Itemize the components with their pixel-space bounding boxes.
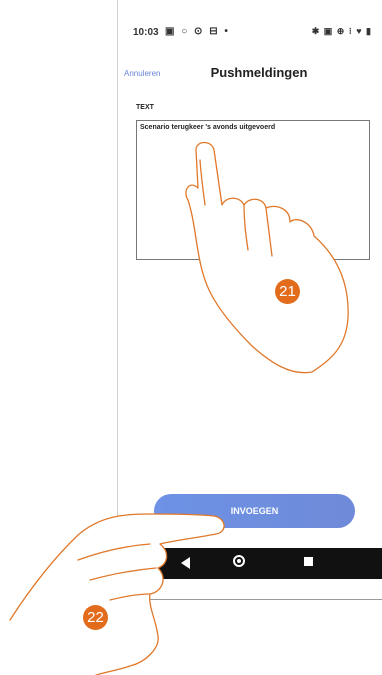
android-nav-bar [118,548,382,579]
cancel-button[interactable]: Annuleren [124,69,160,78]
status-system-icons: ✱ ▣ ⊕ ⁝ ♥ ▮ [311,26,372,36]
insert-button[interactable]: INVOEGEN [154,494,355,528]
text-field-label: TEXT [136,104,154,111]
screen-header: Pushmeldingen Annuleren [118,60,382,88]
nav-home-icon[interactable] [233,555,245,567]
step-badge-21: 21 [275,279,300,304]
status-bar: 10:03 ▣ ○ ⊙ ⊟ • ✱ ▣ ⊕ ⁝ ♥ ▮ [118,24,382,42]
status-notification-icons: ▣ ○ ⊙ ⊟ • [165,26,230,37]
notification-text-field[interactable]: Scenario terugkeer 's avonds uitgevoerd [136,120,370,260]
phone-screen: 10:03 ▣ ○ ⊙ ⊟ • ✱ ▣ ⊕ ⁝ ♥ ▮ Pushmeldinge… [117,0,382,600]
status-time: 10:03 [133,27,159,38]
nav-recent-apps-icon[interactable] [304,557,313,566]
nav-back-icon[interactable] [181,557,190,569]
step-badge-22: 22 [83,605,108,630]
